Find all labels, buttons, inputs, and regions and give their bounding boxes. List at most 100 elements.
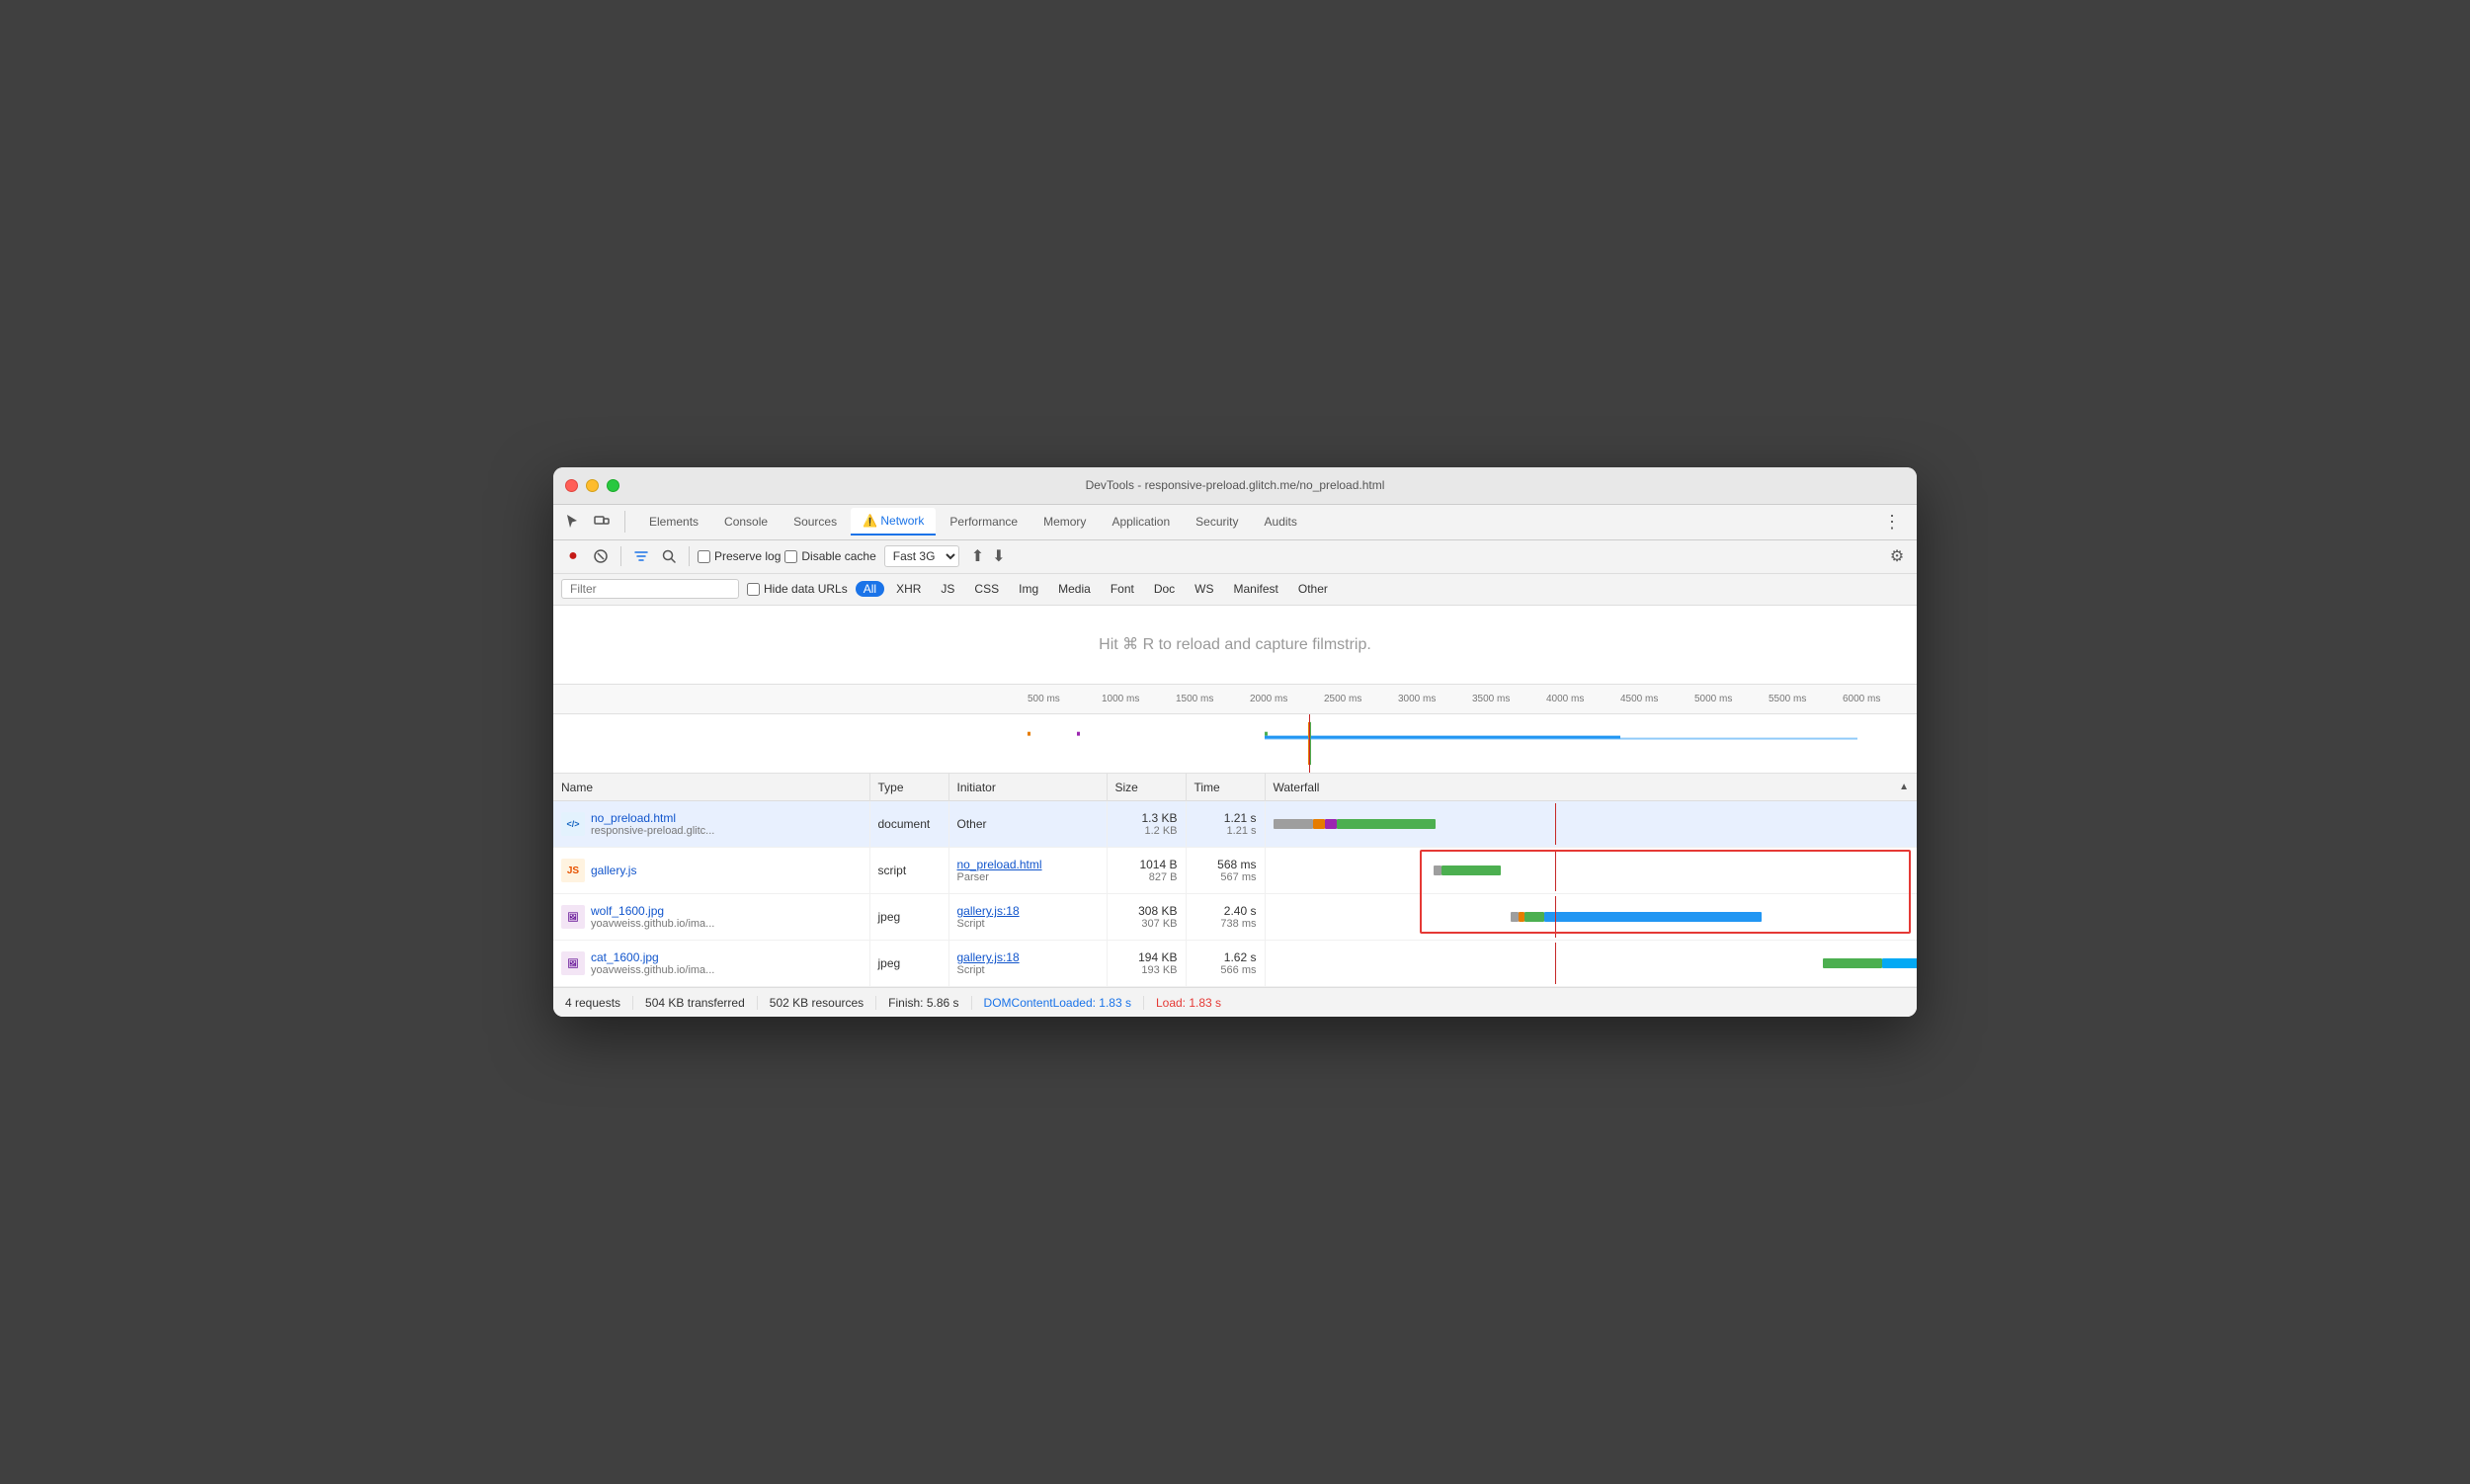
file-name: no_preload.html xyxy=(591,811,714,825)
network-preset-container: Fast 3G Slow 3G Online Offline xyxy=(884,545,959,567)
disable-cache-checkbox[interactable]: Disable cache xyxy=(784,549,875,563)
tab-console[interactable]: Console xyxy=(712,509,780,535)
filter-tag-js[interactable]: JS xyxy=(933,581,962,597)
upload-icon[interactable]: ⬆ xyxy=(971,546,984,566)
main-bar2 xyxy=(1441,866,1501,875)
filter-tag-ws[interactable]: WS xyxy=(1187,581,1221,597)
col-time[interactable]: Time xyxy=(1186,774,1265,801)
tab-audits[interactable]: Audits xyxy=(1253,509,1309,535)
ruler-label-1500: 1500 ms xyxy=(1176,694,1250,704)
settings-button[interactable]: ⚙ xyxy=(1885,544,1909,568)
tab-bar: Elements Console Sources ⚠️ Network Perf… xyxy=(553,505,1917,540)
clear-button[interactable] xyxy=(589,544,613,568)
filter-tag-other[interactable]: Other xyxy=(1290,581,1336,597)
status-bar: 4 requests 504 KB transferred 502 KB res… xyxy=(553,987,1917,1017)
file-name: gallery.js xyxy=(591,864,636,877)
table-row[interactable]: 🖼 wolf_1600.jpg yoavweiss.github.io/ima.… xyxy=(553,894,1917,941)
col-initiator[interactable]: Initiator xyxy=(948,774,1107,801)
initiator-cell: gallery.js:18 Script xyxy=(948,941,1107,987)
warning-icon: ⚠️ xyxy=(863,514,877,528)
col-waterfall[interactable]: Waterfall ▲ xyxy=(1265,774,1917,801)
file-url: yoavweiss.github.io/ima... xyxy=(591,964,714,976)
filter-tag-css[interactable]: CSS xyxy=(966,581,1007,597)
table-row[interactable]: </> no_preload.html responsive-preload.g… xyxy=(553,801,1917,848)
hide-data-urls-input[interactable] xyxy=(747,583,760,596)
tab-network[interactable]: ⚠️ Network xyxy=(851,508,936,536)
waterfall-cell-2 xyxy=(1265,848,1917,894)
network-toolbar: ● Preserve xyxy=(553,540,1917,574)
filter-tag-all[interactable]: All xyxy=(856,581,884,597)
filter-icon[interactable] xyxy=(629,544,653,568)
hide-data-urls-checkbox[interactable]: Hide data URLs xyxy=(747,582,848,596)
filter-tag-media[interactable]: Media xyxy=(1050,581,1099,597)
resources-size: 502 KB resources xyxy=(770,996,876,1010)
initiator-cell: gallery.js:18 Script xyxy=(948,894,1107,941)
filter-tag-img[interactable]: Img xyxy=(1011,581,1046,597)
preserve-log-input[interactable] xyxy=(698,550,710,563)
tab-memory[interactable]: Memory xyxy=(1031,509,1098,535)
disable-cache-input[interactable] xyxy=(784,550,797,563)
table-row[interactable]: 🖼 cat_1600.jpg yoavweiss.github.io/ima..… xyxy=(553,941,1917,987)
download-icon[interactable]: ⬇ xyxy=(992,546,1005,566)
stall-bar3 xyxy=(1511,912,1519,922)
tab-sources[interactable]: Sources xyxy=(782,509,849,535)
preserve-log-label: Preserve log xyxy=(714,549,781,563)
vline-row1 xyxy=(1555,803,1556,845)
col-size[interactable]: Size xyxy=(1107,774,1186,801)
initiator-link[interactable]: no_preload.html xyxy=(957,858,1042,871)
window-title: DevTools - responsive-preload.glitch.me/… xyxy=(1086,478,1385,492)
col-type[interactable]: Type xyxy=(869,774,948,801)
filter-tag-doc[interactable]: Doc xyxy=(1146,581,1183,597)
filter-tag-manifest[interactable]: Manifest xyxy=(1226,581,1286,597)
tab-application[interactable]: Application xyxy=(1100,509,1182,535)
size-cell: 1014 B 827 B xyxy=(1107,848,1186,894)
ruler-label-2000: 2000 ms xyxy=(1250,694,1324,704)
initiator-link[interactable]: gallery.js:18 xyxy=(957,904,1020,918)
minimize-button[interactable] xyxy=(586,479,599,492)
tabs: Elements Console Sources ⚠️ Network Perf… xyxy=(637,508,1875,536)
title-bar: DevTools - responsive-preload.glitch.me/… xyxy=(553,467,1917,505)
device-toggle-icon[interactable] xyxy=(591,511,613,533)
cursor-icon[interactable] xyxy=(561,511,583,533)
filter-tag-xhr[interactable]: XHR xyxy=(888,581,929,597)
html-file-icon: </> xyxy=(561,812,585,836)
initiator-link[interactable]: gallery.js:18 xyxy=(957,950,1020,964)
table-header-row: Name Type Initiator Size Time Waterfall … xyxy=(553,774,1917,801)
devtools-panel: Elements Console Sources ⚠️ Network Perf… xyxy=(553,505,1917,1018)
sort-arrow-icon: ▲ xyxy=(1899,782,1909,792)
filter-input[interactable] xyxy=(561,579,739,599)
tab-security[interactable]: Security xyxy=(1184,509,1250,535)
preserve-log-checkbox[interactable]: Preserve log xyxy=(698,549,781,563)
tab-performance[interactable]: Performance xyxy=(938,509,1029,535)
main-bar xyxy=(1337,819,1436,829)
requests-count: 4 requests xyxy=(565,996,633,1010)
tab-elements[interactable]: Elements xyxy=(637,509,710,535)
timeline-chart xyxy=(553,714,1917,774)
size-cell: 308 KB 307 KB xyxy=(1107,894,1186,941)
time-cell: 568 ms 567 ms xyxy=(1186,848,1265,894)
search-button[interactable] xyxy=(657,544,681,568)
waterfall-label: Waterfall xyxy=(1274,781,1320,794)
type-cell: jpeg xyxy=(869,941,948,987)
initiator-cell: Other xyxy=(948,801,1107,848)
initiator-cell: no_preload.html Parser xyxy=(948,848,1107,894)
filter-tag-font[interactable]: Font xyxy=(1103,581,1142,597)
close-button[interactable] xyxy=(565,479,578,492)
network-preset-select[interactable]: Fast 3G Slow 3G Online Offline xyxy=(884,545,959,567)
record-button[interactable]: ● xyxy=(561,544,585,568)
tab-icons xyxy=(561,511,625,533)
waterfall-cell-1 xyxy=(1265,801,1917,848)
table-row[interactable]: JS gallery.js script no_preload.html Par… xyxy=(553,848,1917,894)
load-time: Load: 1.83 s xyxy=(1156,996,1221,1010)
type-cell: jpeg xyxy=(869,894,948,941)
maximize-button[interactable] xyxy=(607,479,619,492)
more-tabs-button[interactable]: ⋮ xyxy=(1875,512,1909,533)
download-bar4 xyxy=(1882,958,1918,968)
type-cell: script xyxy=(869,848,948,894)
timeline-ruler: 500 ms 1000 ms 1500 ms 2000 ms 2500 ms 3… xyxy=(553,685,1917,714)
img-file-icon: 🖼 xyxy=(561,905,585,929)
col-name[interactable]: Name xyxy=(553,774,869,801)
ruler-label-4500: 4500 ms xyxy=(1620,694,1694,704)
file-url: responsive-preload.glitc... xyxy=(591,825,714,837)
filmstrip-area: Hit ⌘ R to reload and capture filmstrip. xyxy=(553,606,1917,685)
